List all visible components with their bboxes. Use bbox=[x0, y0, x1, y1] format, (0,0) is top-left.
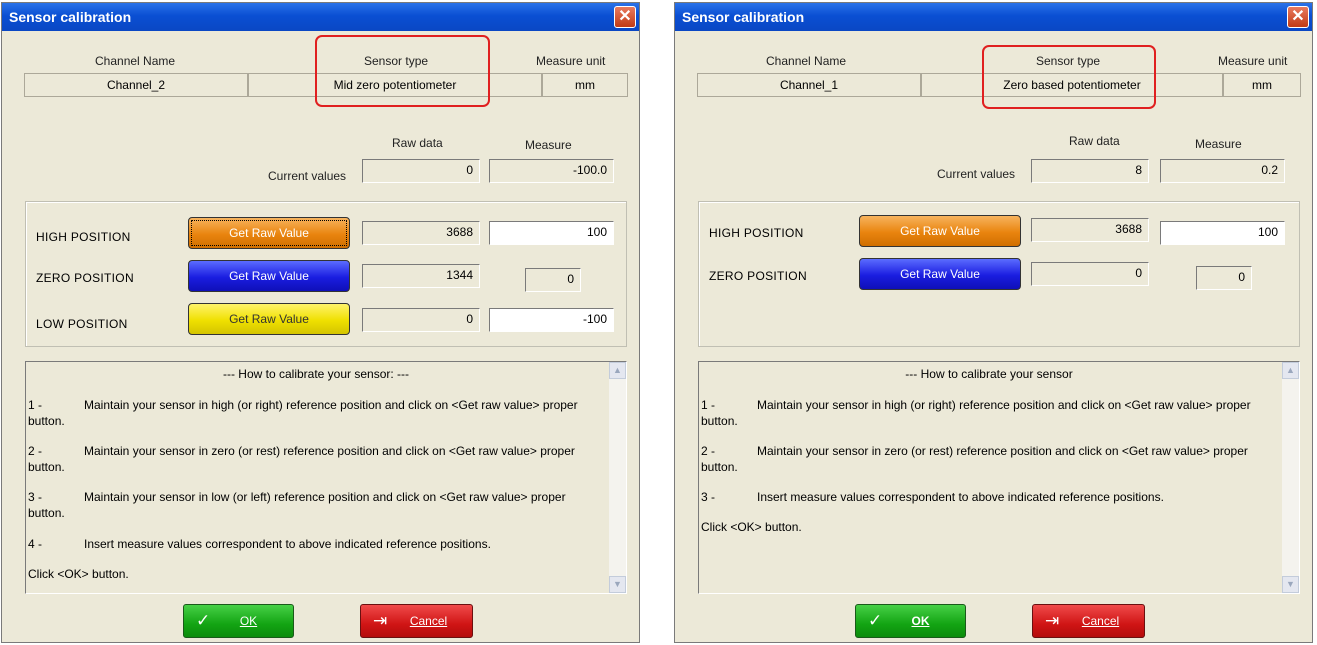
current-values-label: Current values bbox=[937, 167, 1016, 181]
sensor-calibration-dialog-mid-zero: Sensor calibration ✕ Channel Name Sensor… bbox=[1, 2, 640, 643]
dialog-title-bar: Sensor calibration ✕ bbox=[2, 3, 639, 31]
measure-header: Measure bbox=[525, 138, 572, 152]
step-number: 4 - bbox=[28, 537, 43, 551]
cancel-label: Cancel bbox=[409, 614, 448, 628]
step-number: 1 - bbox=[701, 398, 716, 412]
cancel-button[interactable]: ⇥ Cancel bbox=[1032, 604, 1145, 638]
scroll-up-icon[interactable]: ▲ bbox=[1282, 362, 1299, 379]
measure-unit-header: Measure unit bbox=[536, 54, 606, 68]
zero-measure-value: 0 bbox=[1196, 266, 1252, 290]
high-measure-input[interactable]: 100 bbox=[489, 221, 614, 245]
zero-raw-value: 1344 bbox=[362, 264, 480, 288]
get-raw-value-high-button[interactable]: Get Raw Value bbox=[188, 217, 350, 249]
step-text: Insert measure values correspondent to a… bbox=[84, 537, 491, 551]
measure-unit-value: mm bbox=[542, 73, 628, 97]
channel-name-header: Channel Name bbox=[766, 54, 847, 68]
dialog-title-bar: Sensor calibration ✕ bbox=[675, 3, 1312, 31]
instructions-title: --- How to calibrate your sensor: --- bbox=[222, 367, 410, 381]
step-number: 2 - bbox=[701, 444, 716, 458]
measure-unit-value: mm bbox=[1223, 73, 1301, 97]
current-raw-value: 0 bbox=[362, 159, 480, 183]
step-text: Maintain your sensor in low (or left) re… bbox=[84, 490, 566, 504]
cancel-label: Cancel bbox=[1081, 614, 1120, 628]
high-position-label: HIGH POSITION bbox=[709, 226, 804, 240]
scroll-down-icon[interactable]: ▼ bbox=[1282, 576, 1299, 593]
current-measure-value: -100.0 bbox=[489, 159, 614, 183]
raw-data-header: Raw data bbox=[1069, 134, 1120, 148]
channel-name-value: Channel_1 bbox=[697, 73, 921, 97]
sensor-type-header: Sensor type bbox=[364, 54, 429, 68]
step-continuation: button. bbox=[701, 414, 738, 428]
ok-label: OK bbox=[911, 614, 930, 628]
low-position-label: LOW POSITION bbox=[36, 317, 128, 331]
high-raw-value: 3688 bbox=[1031, 218, 1149, 242]
ok-label: OK bbox=[239, 614, 258, 628]
channel-name-header: Channel Name bbox=[95, 54, 176, 68]
channel-name-value: Channel_2 bbox=[24, 73, 248, 97]
get-raw-value-zero-button[interactable]: Get Raw Value bbox=[859, 258, 1021, 290]
current-raw-value: 8 bbox=[1031, 159, 1149, 183]
measure-header: Measure bbox=[1195, 137, 1242, 151]
cancel-button[interactable]: ⇥ Cancel bbox=[360, 604, 473, 638]
current-measure-value: 0.2 bbox=[1160, 159, 1285, 183]
close-icon[interactable]: ✕ bbox=[1287, 6, 1309, 28]
sensor-type-value: Zero based potentiometer bbox=[921, 73, 1223, 97]
scroll-down-icon[interactable]: ▼ bbox=[609, 576, 626, 593]
step-continuation: button. bbox=[28, 460, 65, 474]
sensor-type-value: Mid zero potentiometer bbox=[248, 73, 542, 97]
zero-measure-value: 0 bbox=[525, 268, 581, 292]
step-number: 3 - bbox=[28, 490, 43, 504]
zero-position-label: ZERO POSITION bbox=[36, 271, 134, 285]
step-number: 1 - bbox=[28, 398, 43, 412]
get-raw-value-high-button[interactable]: Get Raw Value bbox=[859, 215, 1021, 247]
close-icon[interactable]: ✕ bbox=[614, 6, 636, 28]
dialog-title: Sensor calibration bbox=[682, 9, 805, 25]
high-position-label: HIGH POSITION bbox=[36, 230, 131, 244]
dialog-title: Sensor calibration bbox=[9, 9, 132, 25]
step-text: Maintain your sensor in zero (or rest) r… bbox=[84, 444, 575, 458]
instructions-footer: Click <OK> button. bbox=[28, 567, 129, 581]
ok-button[interactable]: ✓ OK bbox=[183, 604, 294, 638]
zero-position-label: ZERO POSITION bbox=[709, 269, 807, 283]
step-text: Insert measure values correspondent to a… bbox=[757, 490, 1164, 504]
get-raw-value-zero-button[interactable]: Get Raw Value bbox=[188, 260, 350, 292]
instructions-scrollbar[interactable]: ▲ ▼ bbox=[609, 362, 626, 593]
step-number: 2 - bbox=[28, 444, 43, 458]
instructions-title: --- How to calibrate your sensor bbox=[905, 367, 1073, 381]
step-continuation: button. bbox=[28, 506, 65, 520]
calibration-instructions[interactable]: --- How to calibrate your sensor: --- 1 … bbox=[25, 361, 627, 594]
low-raw-value: 0 bbox=[362, 308, 480, 332]
sensor-calibration-dialog-zero-based: Sensor calibration ✕ Channel Name Sensor… bbox=[674, 2, 1313, 643]
step-text: Maintain your sensor in high (or right) … bbox=[84, 398, 578, 412]
raw-data-header: Raw data bbox=[392, 136, 443, 150]
scroll-up-icon[interactable]: ▲ bbox=[609, 362, 626, 379]
calibration-instructions[interactable]: --- How to calibrate your sensor 1 - Mai… bbox=[698, 361, 1300, 594]
step-text: Maintain your sensor in high (or right) … bbox=[757, 398, 1251, 412]
step-continuation: button. bbox=[28, 414, 65, 428]
get-raw-value-low-button[interactable]: Get Raw Value bbox=[188, 303, 350, 335]
step-number: 3 - bbox=[701, 490, 716, 504]
ok-button[interactable]: ✓ OK bbox=[855, 604, 966, 638]
low-measure-input[interactable]: -100 bbox=[489, 308, 614, 332]
high-measure-input[interactable]: 100 bbox=[1160, 221, 1285, 245]
zero-raw-value: 0 bbox=[1031, 262, 1149, 286]
step-continuation: button. bbox=[701, 460, 738, 474]
high-raw-value: 3688 bbox=[362, 221, 480, 245]
sensor-type-header: Sensor type bbox=[1036, 54, 1101, 68]
measure-unit-header: Measure unit bbox=[1218, 54, 1288, 68]
step-text: Maintain your sensor in zero (or rest) r… bbox=[757, 444, 1248, 458]
current-values-label: Current values bbox=[268, 169, 347, 183]
instructions-scrollbar[interactable]: ▲ ▼ bbox=[1282, 362, 1299, 593]
instructions-footer: Click <OK> button. bbox=[701, 520, 802, 534]
